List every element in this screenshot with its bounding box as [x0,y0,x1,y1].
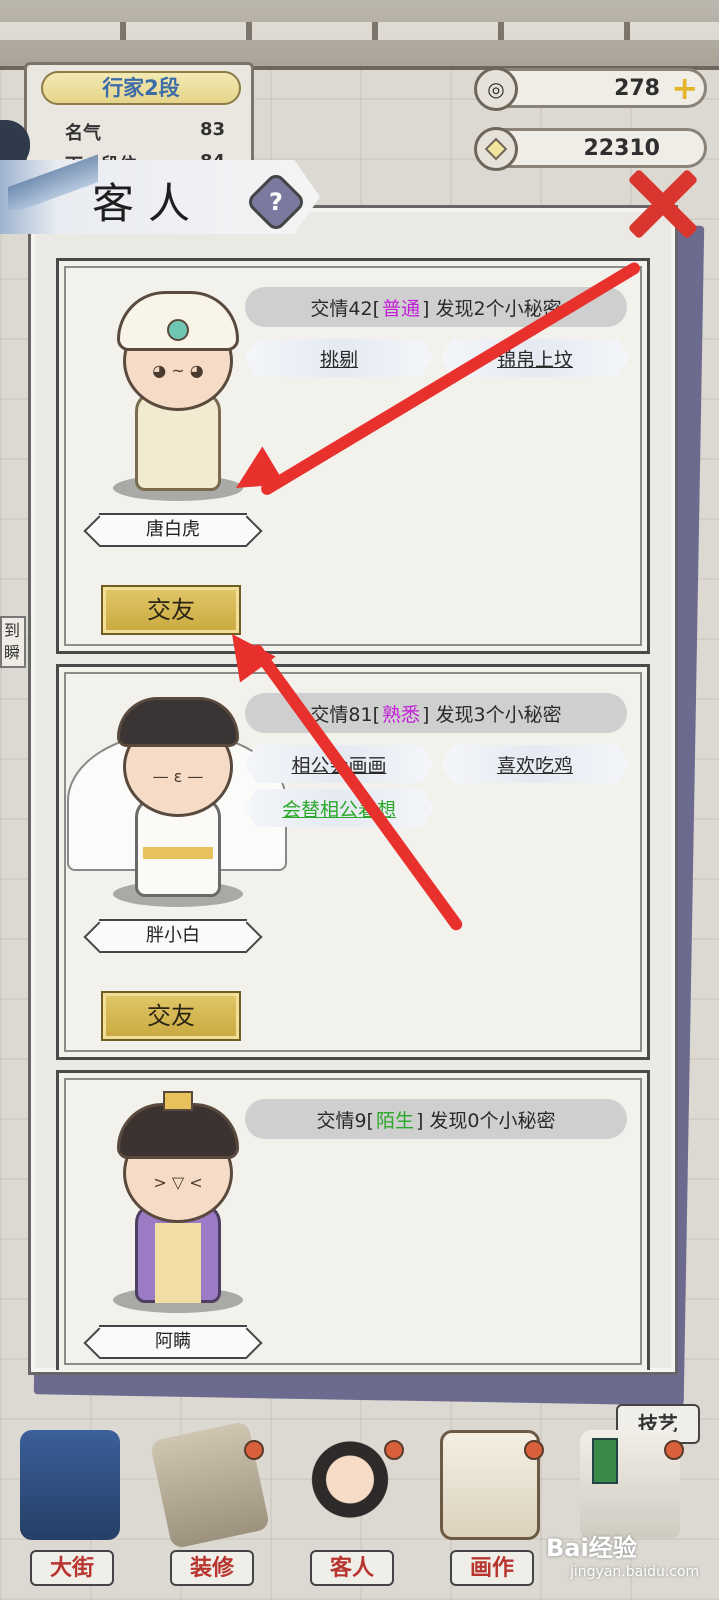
relation-level: 陌生 [375,1109,414,1132]
rank-title: 行家2段 [41,71,241,105]
secret-tag[interactable]: 会替相公着想 [245,789,433,827]
street-icon [20,1430,120,1540]
secret-tag[interactable]: 挑剔 [245,339,433,377]
relation-suffix: ] 发现0个小秘密 [415,1109,556,1132]
watermark-url: jingyan.baidu.com [570,1564,700,1580]
guest-avatar[interactable]: > ▽ < [103,1091,253,1313]
notification-dot [524,1440,544,1460]
coin-icon [474,127,518,171]
panel-title: 客人 [92,179,205,228]
guest-name: 唐白虎 [99,513,247,547]
guest-name: 胖小白 [99,919,247,953]
nav-decorate[interactable]: 装修 [149,1420,271,1586]
jade-icon: ◎ [474,67,518,111]
jade-currency: ◎ 278 + [474,67,707,111]
close-icon[interactable] [625,162,701,242]
guest-name: 阿瞒 [99,1325,247,1359]
mountain-decoration [8,150,98,210]
side-notice[interactable]: 到 瞬 [0,616,26,668]
notification-dot [664,1440,684,1460]
relation-prefix: 交情81[ [310,703,381,726]
secret-tag[interactable]: 喜欢吃鸡 [441,745,629,783]
guest-avatar[interactable]: — ε — [67,697,287,907]
befriend-button[interactable]: 交友 [101,585,241,635]
fame-label: 名气 [65,123,101,144]
guest-card: > ▽ < 阿瞒 交情9[陌生] 发现0个小秘密 [56,1070,650,1370]
notification-dot [244,1440,264,1460]
nav-street[interactable]: 大街 [10,1420,130,1586]
relation-level: 普通 [382,297,421,320]
fame-value: 83 [199,119,225,140]
relation-level: 熟悉 [382,703,421,726]
nav-street-label: 大街 [30,1550,114,1586]
guest-card: — ε — 胖小白 交友 交情81[熟悉] 发现3个小秘密 相公会画画 喜欢吃鸡… [56,664,650,1060]
roof-decoration [0,0,719,70]
relation-info: 交情9[陌生] 发现0个小秘密 [245,1099,627,1139]
nav-paintings[interactable]: 画作 [430,1420,550,1586]
relation-prefix: 交情9[ [316,1109,374,1132]
relation-suffix: ] 发现3个小秘密 [422,703,562,726]
question-icon: ? [269,188,283,216]
notification-dot [384,1440,404,1460]
nav-guests[interactable]: 客人 [290,1420,410,1586]
fame-row: 名气 83 [65,119,225,145]
relation-prefix: 交情42[ [310,297,381,320]
coin-amount: 22310 [583,135,660,161]
jade-seal-icon [592,1438,618,1484]
befriend-button[interactable]: 交友 [101,991,241,1041]
side-notice-text: 到 瞬 [4,621,21,662]
nav-decorate-label: 装修 [170,1550,254,1586]
jade-amount: 278 [614,75,660,101]
nav-guests-label: 客人 [310,1550,394,1586]
add-jade-button[interactable]: + [671,72,698,104]
watermark: Bai经验 [546,1534,637,1562]
nav-paintings-label: 画作 [450,1550,534,1586]
